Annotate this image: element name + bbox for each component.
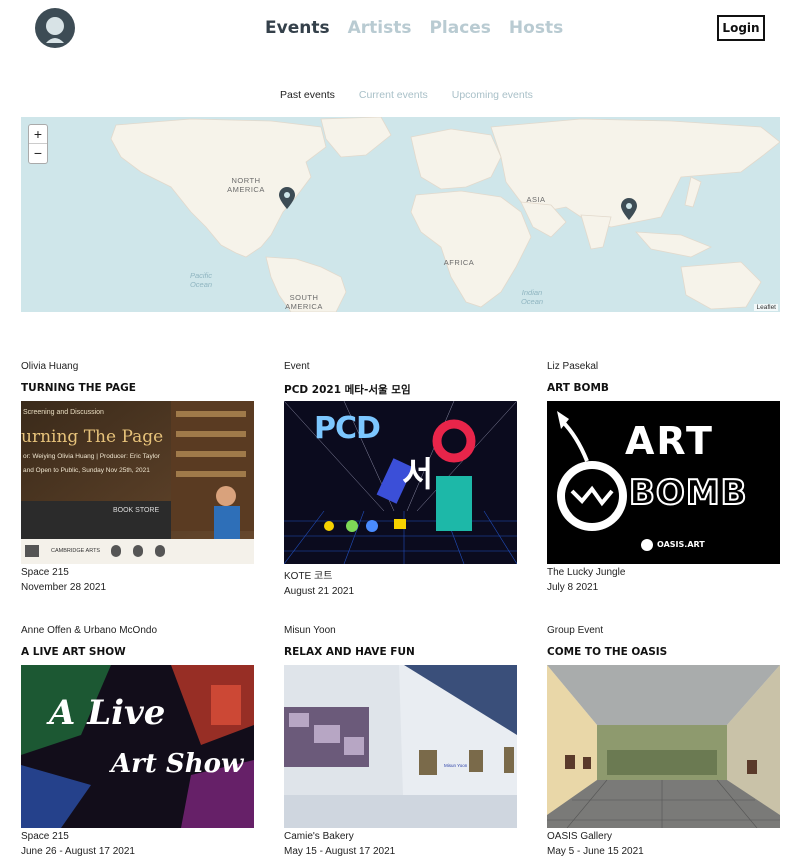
map-label-pacific-ocean: Pacific Ocean [189, 271, 213, 289]
thumb-text: Screening and Discussion [23, 409, 104, 416]
nav-artists[interactable]: Artists [348, 18, 412, 38]
event-card[interactable]: Group Event COME TO THE OASIS OASIS Gall… [547, 625, 780, 857]
map-attribution-link[interactable]: Leaflet [754, 304, 778, 311]
map-label-north-america: NORTH AMERICA [227, 176, 265, 194]
event-place[interactable]: KOTE 코트 [284, 567, 517, 582]
tab-current-events[interactable]: Current events [359, 89, 428, 101]
nav-hosts[interactable]: Hosts [509, 18, 563, 38]
event-place[interactable]: Camie's Bakery [284, 831, 517, 842]
tab-upcoming-events[interactable]: Upcoming events [452, 89, 533, 101]
map-tiles [21, 117, 780, 312]
event-host[interactable]: Event [284, 361, 517, 375]
tab-past-events[interactable]: Past events [280, 89, 335, 101]
event-date: May 15 - August 17 2021 [284, 846, 396, 857]
event-date: August 21 2021 [284, 586, 355, 597]
thumb-text: Art Show [111, 749, 244, 779]
event-date: November 28 2021 [21, 582, 107, 593]
event-host[interactable]: Misun Yoon [284, 625, 517, 639]
map-label-south-america: SOUTH AMERICA [285, 293, 323, 311]
thumb-text: and Open to Public, Sunday Nov 25th, 202… [23, 467, 150, 474]
event-title[interactable]: COME TO THE OASIS [547, 646, 780, 660]
event-title[interactable]: PCD 2021 메타-서울 모임 [284, 382, 517, 396]
thumb-text: or: Weiying Olivia Huang | Producer: Eri… [23, 453, 160, 460]
event-card[interactable]: Anne Offen & Urbano McOndo A LIVE ART SH… [21, 625, 254, 857]
event-time-tabs: Past events Current events Upcoming even… [280, 89, 533, 101]
event-title[interactable]: TURNING THE PAGE [21, 382, 254, 396]
map-label-asia: ASIA [526, 195, 546, 204]
zoom-control: + − [28, 124, 48, 164]
event-date: July 8 2021 [547, 582, 599, 593]
thumb-text: ART [625, 419, 714, 463]
event-thumbnail[interactable]: ART BOMB OASIS.ART [547, 401, 780, 564]
map-pin-icon[interactable] [279, 187, 295, 209]
event-date: May 5 - June 15 2021 [547, 846, 644, 857]
event-host[interactable]: Anne Offen & Urbano McOndo [21, 625, 254, 639]
nav-places[interactable]: Places [429, 18, 490, 38]
events-map[interactable]: + − NORTH AMERICA ASIA AFRICA SOUTH AMER… [21, 117, 780, 312]
thumb-text: 서 [402, 455, 434, 495]
event-card[interactable]: Misun Yoon RELAX AND HAVE FUN Misun Yoon… [284, 625, 517, 857]
zoom-out-button[interactable]: − [29, 144, 47, 163]
thumb-text: A Live [49, 693, 166, 733]
zoom-in-button[interactable]: + [29, 125, 47, 144]
event-card[interactable]: Olivia Huang TURNING THE PAGE Screening … [21, 361, 254, 593]
event-title[interactable]: ART BOMB [547, 382, 780, 396]
event-host[interactable]: Liz Pasekal [547, 361, 780, 375]
nav-events[interactable]: Events [265, 18, 330, 38]
event-host[interactable]: Group Event [547, 625, 780, 639]
event-thumbnail[interactable]: Screening and Discussion urning The Page… [21, 401, 254, 564]
thumb-text: BOOK STORE [113, 507, 160, 514]
main-nav: Events Artists Places Hosts [265, 18, 563, 38]
event-thumbnail[interactable] [547, 665, 780, 828]
event-place[interactable]: Space 215 [21, 567, 254, 578]
site-logo[interactable] [34, 7, 76, 49]
map-label-indian-ocean: Indian Ocean [520, 288, 544, 306]
thumb-text: urning The Page [21, 427, 164, 447]
event-title[interactable]: A LIVE ART SHOW [21, 646, 254, 660]
thumb-text: OASIS.ART [657, 540, 705, 549]
thumb-text: PCD [314, 411, 381, 446]
event-place[interactable]: Space 215 [21, 831, 254, 842]
event-host[interactable]: Olivia Huang [21, 361, 254, 375]
map-label-africa: AFRICA [443, 258, 475, 267]
login-button[interactable]: Login [717, 15, 765, 41]
map-pin-icon[interactable] [621, 198, 637, 220]
event-thumbnail[interactable]: A Live Art Show [21, 665, 254, 828]
thumb-text: BOMB [628, 472, 748, 514]
event-place[interactable]: OASIS Gallery [547, 831, 780, 842]
event-place[interactable]: The Lucky Jungle [547, 567, 780, 578]
thumb-text: CAMBRIDGE ARTS [51, 548, 101, 554]
event-card[interactable]: Event PCD 2021 메타-서울 모임 PCD 서 KOTE 코트 Au… [284, 361, 517, 597]
event-card[interactable]: Liz Pasekal ART BOMB ART BOMB OASIS.ART … [547, 361, 780, 593]
event-date: June 26 - August 17 2021 [21, 846, 135, 857]
thumb-text: Misun Yoon [444, 763, 468, 768]
event-thumbnail[interactable]: PCD 서 [284, 401, 517, 564]
event-thumbnail[interactable]: Misun Yoon [284, 665, 517, 828]
event-title[interactable]: RELAX AND HAVE FUN [284, 646, 517, 660]
